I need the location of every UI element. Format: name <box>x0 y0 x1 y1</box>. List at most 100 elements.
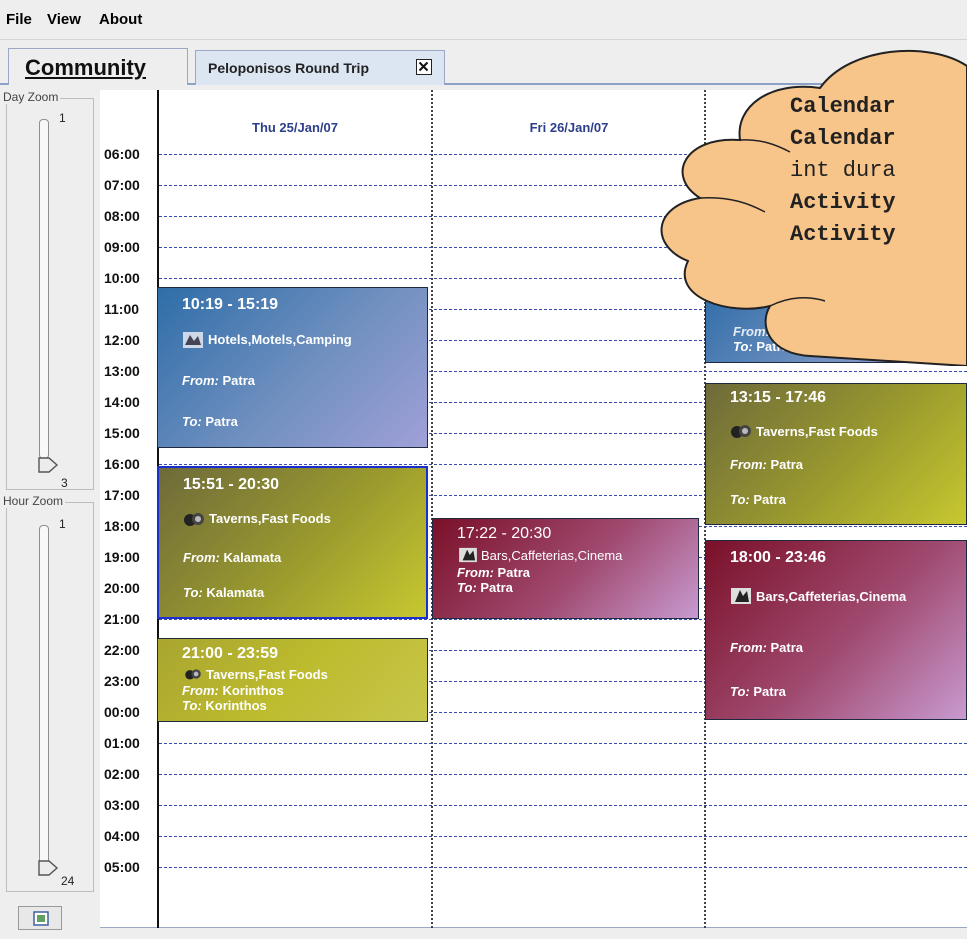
hour-gridline <box>159 805 967 806</box>
activity-time: 21:00 - 23:59 <box>182 645 279 662</box>
from-label: From: <box>183 550 220 565</box>
close-tab-button[interactable] <box>416 59 432 75</box>
activity-category: Taverns,Fast Foods <box>756 424 878 439</box>
hour-label: 14:00 <box>104 394 140 410</box>
hour-label: 15:00 <box>104 425 140 441</box>
bar-icon <box>731 588 751 604</box>
hotel-icon <box>183 332 203 348</box>
to-label: To: <box>183 585 203 600</box>
hour-label: 01:00 <box>104 735 140 751</box>
activity-block[interactable]: 17:22 - 20:30 Bars,Caffeterias,Cinema Fr… <box>432 518 699 619</box>
hour-label: 21:00 <box>104 611 140 627</box>
from-value: Patra <box>770 457 803 472</box>
activity-to: To: Patra <box>730 492 786 507</box>
tab-trip[interactable]: Peloponisos Round Trip <box>195 50 445 85</box>
day-zoom-min: 1 <box>59 111 66 125</box>
day-zoom-group: Day Zoom 1 3 <box>1 90 94 490</box>
hour-zoom-min: 1 <box>59 517 66 531</box>
activity-block[interactable]: 21:00 - 23:59 Taverns,Fast Foods From: K… <box>157 638 428 722</box>
activity-to: To: Patra <box>730 684 786 699</box>
hour-zoom-label: Hour Zoom <box>1 494 66 508</box>
tab-community-label: Community <box>25 55 146 80</box>
activity-category: Hotels,Motels,Camping <box>208 332 352 347</box>
hour-label: 09:00 <box>104 239 140 255</box>
from-label: From: <box>182 683 219 698</box>
callout-line: Calendar <box>790 126 896 151</box>
to-value: Korinthos <box>205 698 267 713</box>
from-value: Korinthos <box>222 683 284 698</box>
close-icon <box>418 61 429 72</box>
activity-block[interactable]: 18:00 - 23:46 Bars,Caffeterias,Cinema Fr… <box>705 540 967 720</box>
day-zoom-label: Day Zoom <box>1 90 61 104</box>
hour-label: 02:00 <box>104 766 140 782</box>
to-label: To: <box>730 492 750 507</box>
day-header-thu: Thu 25/Jan/07 <box>252 120 338 135</box>
activity-from: From: Patra <box>730 640 803 655</box>
zoom-panel: Day Zoom 1 3 Hour Zoom 1 24 <box>0 90 100 939</box>
callout-line: Activity <box>790 222 896 247</box>
activity-block[interactable]: 13:15 - 17:46 Taverns,Fast Foods From: P… <box>705 383 967 525</box>
day-zoom-max: 3 <box>61 476 68 490</box>
activity-category: Taverns,Fast Foods <box>206 667 328 682</box>
hour-zoom-group: Hour Zoom 1 24 <box>1 494 94 892</box>
from-value: Kalamata <box>223 550 282 565</box>
hour-label: 10:00 <box>104 270 140 286</box>
activity-category: Taverns,Fast Foods <box>209 511 331 526</box>
hour-label: 16:00 <box>104 456 140 472</box>
hour-label: 03:00 <box>104 797 140 813</box>
hour-gridline <box>159 774 967 775</box>
day-zoom-track[interactable] <box>39 119 49 459</box>
activity-to: To: Kalamata <box>183 585 264 600</box>
activity-time: 17:22 - 20:30 <box>457 525 552 542</box>
from-value: Patra <box>497 565 530 580</box>
hour-gridline <box>159 867 967 868</box>
from-label: From: <box>730 640 767 655</box>
menu-about[interactable]: About <box>99 11 142 28</box>
activity-block[interactable]: 10:19 - 15:19 Hotels,Motels,Camping From… <box>157 287 428 448</box>
to-value: Patra <box>205 414 238 429</box>
callout-line: Activity <box>790 190 896 215</box>
hour-label: 22:00 <box>104 642 140 658</box>
menu-bar: File View About <box>0 0 967 40</box>
activity-from: From: Korinthos <box>182 683 284 698</box>
activity-time: 13:15 - 17:46 <box>730 389 827 406</box>
callout-cloud: Calendar Calendar int dura Activity Acti… <box>640 36 967 366</box>
hour-label: 11:00 <box>104 301 140 317</box>
callout-line: int dura <box>790 158 896 183</box>
from-label: From: <box>182 373 219 388</box>
hour-label: 13:00 <box>104 363 140 379</box>
activity-time: 10:19 - 15:19 <box>182 296 279 313</box>
hour-zoom-track[interactable] <box>39 525 49 865</box>
hour-label: 23:00 <box>104 673 140 689</box>
fit-to-view-button[interactable] <box>18 906 62 930</box>
activity-from: From: Patra <box>457 565 530 580</box>
fit-view-icon <box>33 911 49 926</box>
menu-view[interactable]: View <box>47 11 81 28</box>
activity-block-selected[interactable]: 15:51 - 20:30 Taverns,Fast Foods From: K… <box>157 466 428 619</box>
to-label: To: <box>457 580 477 595</box>
to-value: Patra <box>753 492 786 507</box>
day-zoom-thumb[interactable] <box>37 456 59 474</box>
from-value: Patra <box>222 373 255 388</box>
hour-label: 17:00 <box>104 487 140 503</box>
to-value: Patra <box>753 684 786 699</box>
hour-zoom-thumb[interactable] <box>37 859 59 877</box>
hour-label: 08:00 <box>104 208 140 224</box>
activity-from: From: Patra <box>182 373 255 388</box>
hour-label: 05:00 <box>104 859 140 875</box>
bar-icon <box>459 547 477 563</box>
hour-label: 07:00 <box>104 177 140 193</box>
tavern-icon <box>731 425 751 438</box>
hour-label: 04:00 <box>104 828 140 844</box>
activity-category: Bars,Caffeterias,Cinema <box>756 589 907 604</box>
activity-time: 15:51 - 20:30 <box>183 476 280 493</box>
tab-community[interactable]: Community <box>8 48 188 85</box>
hour-zoom-max: 24 <box>61 874 75 888</box>
activity-from: From: Kalamata <box>183 550 281 565</box>
callout-line: Calendar <box>790 94 896 119</box>
from-value: Patra <box>770 640 803 655</box>
menu-file[interactable]: File <box>6 11 32 28</box>
hour-gridline <box>159 836 967 837</box>
hour-label: 19:00 <box>104 549 140 565</box>
tab-trip-label: Peloponisos Round Trip <box>208 60 369 76</box>
